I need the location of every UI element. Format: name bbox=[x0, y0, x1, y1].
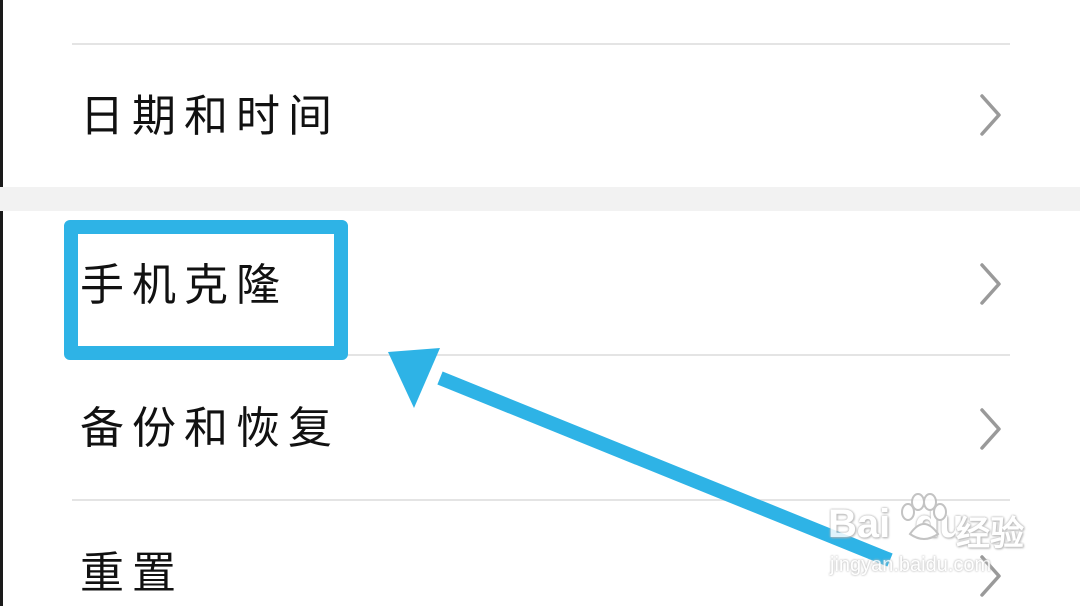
settings-item-phone-clone[interactable]: 手机克隆 bbox=[0, 211, 1080, 354]
watermark-product-text: 经验 bbox=[956, 514, 1024, 554]
settings-item-label: 备份和恢复 bbox=[80, 403, 340, 454]
chevron-right-icon bbox=[980, 94, 1001, 136]
chevron-right-icon bbox=[980, 263, 1001, 305]
settings-item-label: 手机克隆 bbox=[80, 260, 288, 311]
chevron-right-icon bbox=[980, 408, 1001, 450]
settings-item-label: 日期和时间 bbox=[80, 91, 340, 142]
watermark-url: jingyan.baidu.com bbox=[830, 554, 992, 576]
settings-item-date-time[interactable]: 日期和时间 bbox=[0, 44, 1080, 187]
baidu-jingyan-watermark: Baiddu 经验 jingyan.baidu.com bbox=[828, 490, 1028, 590]
section-separator bbox=[0, 187, 1080, 211]
baidu-paw-icon bbox=[901, 493, 947, 540]
settings-item-backup-restore[interactable]: 备份和恢复 bbox=[0, 356, 1080, 499]
settings-item-label: 重置 bbox=[80, 548, 184, 599]
